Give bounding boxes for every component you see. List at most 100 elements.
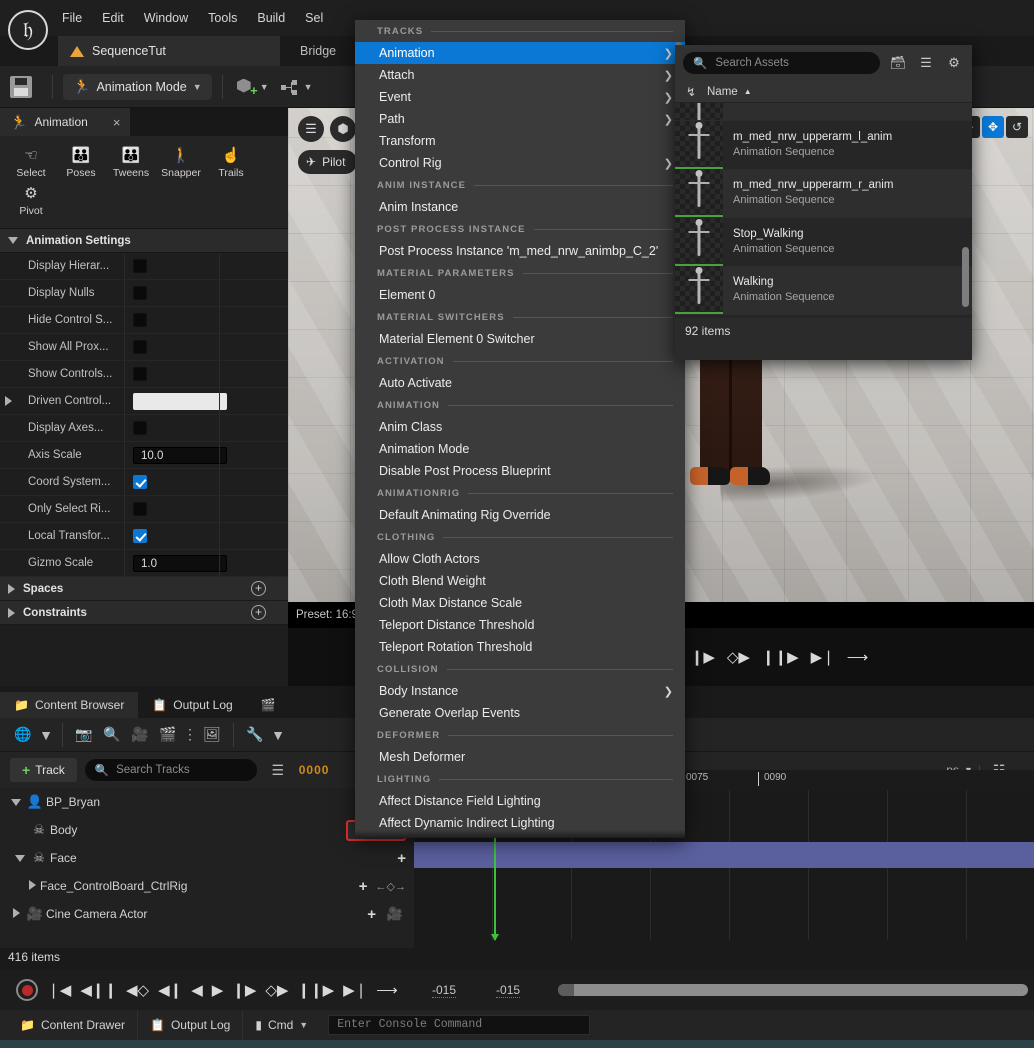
menu-item-cloth-blend-weight[interactable]: Cloth Blend Weight bbox=[355, 570, 685, 592]
section-constraints[interactable]: Constraints + bbox=[0, 601, 288, 625]
gizmo-scale-input[interactable]: 1.0 bbox=[133, 554, 227, 572]
search-tracks-input[interactable]: 🔍 Search Tracks bbox=[84, 759, 257, 781]
key-navigation[interactable]: ←◇→ bbox=[376, 880, 406, 893]
add-track-icon[interactable]: + bbox=[397, 850, 406, 867]
jump-to-end-icon[interactable]: ▶❘ bbox=[343, 981, 367, 999]
play-icon[interactable]: ▶ bbox=[212, 981, 224, 999]
checkbox-coord-system[interactable] bbox=[133, 475, 147, 489]
list-item[interactable]: m_med_nrw_upperarm_l_anim Animation Sequ… bbox=[675, 120, 972, 170]
asset-list-scrollbar[interactable] bbox=[962, 247, 969, 307]
track-row-ctrlrig[interactable]: Face_ControlBoard_CtrlRig + ←◇→ bbox=[0, 872, 414, 900]
prop-value[interactable] bbox=[124, 361, 288, 387]
menu-item-cloth-max-distance-scale[interactable]: Cloth Max Distance Scale bbox=[355, 592, 685, 614]
filter-icon[interactable]: ☰ bbox=[265, 758, 291, 782]
column-header-name[interactable]: Name bbox=[707, 86, 738, 98]
asset-list[interactable]: m_med_nrw_upperarm_l_anim Animation Sequ… bbox=[675, 103, 972, 318]
prop-row[interactable]: Display Hierar... bbox=[0, 253, 288, 280]
add-track-button[interactable]: + Track bbox=[10, 758, 77, 782]
filter-icon[interactable]: ☰ bbox=[916, 55, 936, 71]
tool-poses[interactable]: 👪 Poses bbox=[56, 144, 106, 182]
prop-value[interactable] bbox=[124, 280, 288, 306]
add-constraint-button[interactable]: + bbox=[251, 605, 266, 620]
menu-item-animation[interactable]: Animation ❯ bbox=[355, 42, 685, 64]
menu-item-body-instance[interactable]: Body Instance ❯ bbox=[355, 680, 685, 702]
clapboard-icon[interactable]: 🎬 bbox=[155, 723, 181, 747]
axis-scale-input[interactable]: 10.0 bbox=[133, 446, 227, 464]
next-key-icon[interactable]: ❙❙▶ bbox=[297, 981, 334, 999]
step-forward-icon[interactable]: ❙▶ bbox=[232, 981, 256, 999]
selected-track-band[interactable] bbox=[414, 842, 1034, 868]
gear-icon[interactable]: ⚙ bbox=[944, 55, 964, 71]
menu-file[interactable]: File bbox=[52, 7, 92, 29]
add-actor-button[interactable]: + ▼ bbox=[233, 73, 273, 101]
track-row-face[interactable]: ☠ Face + bbox=[0, 844, 414, 872]
play-reverse-icon[interactable]: ◀ bbox=[191, 981, 203, 999]
search-assets-input[interactable]: 🔍 Search Assets bbox=[683, 52, 880, 74]
track-row-body[interactable]: ☠ Body + Track bbox=[0, 816, 414, 844]
menu-item-generate-overlap-events[interactable]: Generate Overlap Events bbox=[355, 702, 685, 724]
section-spaces[interactable]: Spaces + bbox=[0, 577, 288, 601]
tab-sequencer[interactable]: 🎬 bbox=[247, 692, 290, 718]
prop-value[interactable] bbox=[124, 307, 288, 333]
checkbox-show-controls[interactable] bbox=[133, 367, 147, 381]
loop-icon[interactable]: ⟶ bbox=[847, 648, 869, 666]
expand-arrow[interactable] bbox=[0, 396, 16, 406]
prop-value[interactable] bbox=[124, 388, 288, 414]
next-keyframe-icon[interactable]: ◇▶ bbox=[727, 648, 750, 666]
menu-window[interactable]: Window bbox=[134, 7, 198, 29]
tool-pivot[interactable]: ⚙ Pivot bbox=[6, 182, 56, 220]
menu-item-event[interactable]: Event ❯ bbox=[355, 86, 685, 108]
prop-row[interactable]: Hide Control S... bbox=[0, 307, 288, 334]
list-item[interactable]: Walking Animation Sequence bbox=[675, 266, 972, 315]
prop-value[interactable] bbox=[124, 334, 288, 360]
menu-item-disable-post-process-blueprint[interactable]: Disable Post Process Blueprint bbox=[355, 460, 685, 482]
menu-item-affect-distance-field-lighting[interactable]: Affect Distance Field Lighting bbox=[355, 790, 685, 812]
chevron-right-icon[interactable] bbox=[24, 879, 40, 893]
tool-trails[interactable]: ☝ Trails bbox=[206, 144, 256, 182]
menu-item-path[interactable]: Path ❯ bbox=[355, 108, 685, 130]
checkbox-only-select-rig[interactable] bbox=[133, 502, 147, 516]
tool-tweens[interactable]: 👪 Tweens bbox=[106, 144, 156, 182]
unreal-logo-icon[interactable]: 𝔥 bbox=[8, 10, 48, 50]
next-key-icon[interactable]: ❙❙▶ bbox=[762, 648, 799, 666]
tab-content-browser[interactable]: 📁 Content Browser bbox=[0, 692, 139, 718]
prev-keyframe-icon[interactable]: ◀◇ bbox=[126, 981, 149, 999]
animation-mode-dropdown[interactable]: 🏃 Animation Mode ▼ bbox=[63, 73, 212, 100]
timeline-scrollbar[interactable] bbox=[558, 984, 1028, 996]
camera-icon[interactable]: 🎥 bbox=[384, 906, 406, 922]
add-track-icon[interactable]: + bbox=[359, 878, 368, 895]
prop-row[interactable]: Axis Scale 10.0 bbox=[0, 442, 288, 469]
move-gizmo-icon[interactable]: ✥ bbox=[982, 116, 1004, 138]
add-track-context-menu[interactable]: TRACKS Animation ❯ Attach ❯ Event ❯ Path ❯ T… bbox=[355, 20, 685, 838]
menu-item-transform[interactable]: Transform bbox=[355, 130, 685, 152]
animation-settings-header[interactable]: Animation Settings bbox=[0, 229, 288, 253]
add-track-icon[interactable]: + bbox=[367, 906, 376, 923]
prev-key-icon[interactable]: ◀❙❙ bbox=[80, 981, 117, 999]
menu-item-material-element-0-switcher[interactable]: Material Element 0 Switcher bbox=[355, 328, 685, 350]
world-icon[interactable]: 🌐 bbox=[10, 723, 36, 747]
close-icon[interactable]: × bbox=[113, 115, 121, 130]
menu-item-anim-instance[interactable]: Anim Instance bbox=[355, 196, 685, 218]
menu-item-anim-class[interactable]: Anim Class bbox=[355, 416, 685, 438]
pilot-button[interactable]: ✈ Pilot bbox=[298, 150, 358, 174]
wrench-icon[interactable]: 🔧 bbox=[242, 723, 268, 747]
menu-item-post-process-instance[interactable]: Post Process Instance 'm_med_nrw_animbp_… bbox=[355, 240, 685, 262]
checkbox-display-axes[interactable] bbox=[133, 421, 147, 435]
jump-to-end-icon[interactable]: ▶❘ bbox=[811, 648, 835, 666]
tab-output-log[interactable]: 📋 Output Log bbox=[138, 692, 246, 718]
cmd-dropdown[interactable]: ▮ Cmd ▼ bbox=[243, 1010, 320, 1040]
menu-item-animation-mode[interactable]: Animation Mode bbox=[355, 438, 685, 460]
checkbox-display-hierarchy[interactable] bbox=[133, 259, 147, 273]
prop-value[interactable] bbox=[124, 253, 288, 279]
chevron-down-icon[interactable] bbox=[8, 795, 24, 809]
prop-row[interactable]: Show All Prox... bbox=[0, 334, 288, 361]
checkbox-hide-control-shapes[interactable] bbox=[133, 313, 147, 327]
list-item[interactable]: m_med_nrw_upperarm_r_anim Animation Sequ… bbox=[675, 169, 972, 218]
menu-build[interactable]: Build bbox=[247, 7, 295, 29]
tool-select[interactable]: ☜ Select bbox=[6, 144, 56, 182]
menu-item-control-rig[interactable]: Control Rig ❯ bbox=[355, 152, 685, 174]
step-back-icon[interactable]: ◀❙ bbox=[158, 981, 182, 999]
menu-item-element-0[interactable]: Element 0 bbox=[355, 284, 685, 306]
range-start-value[interactable]: -015 bbox=[432, 983, 457, 998]
prop-value[interactable] bbox=[124, 469, 288, 495]
